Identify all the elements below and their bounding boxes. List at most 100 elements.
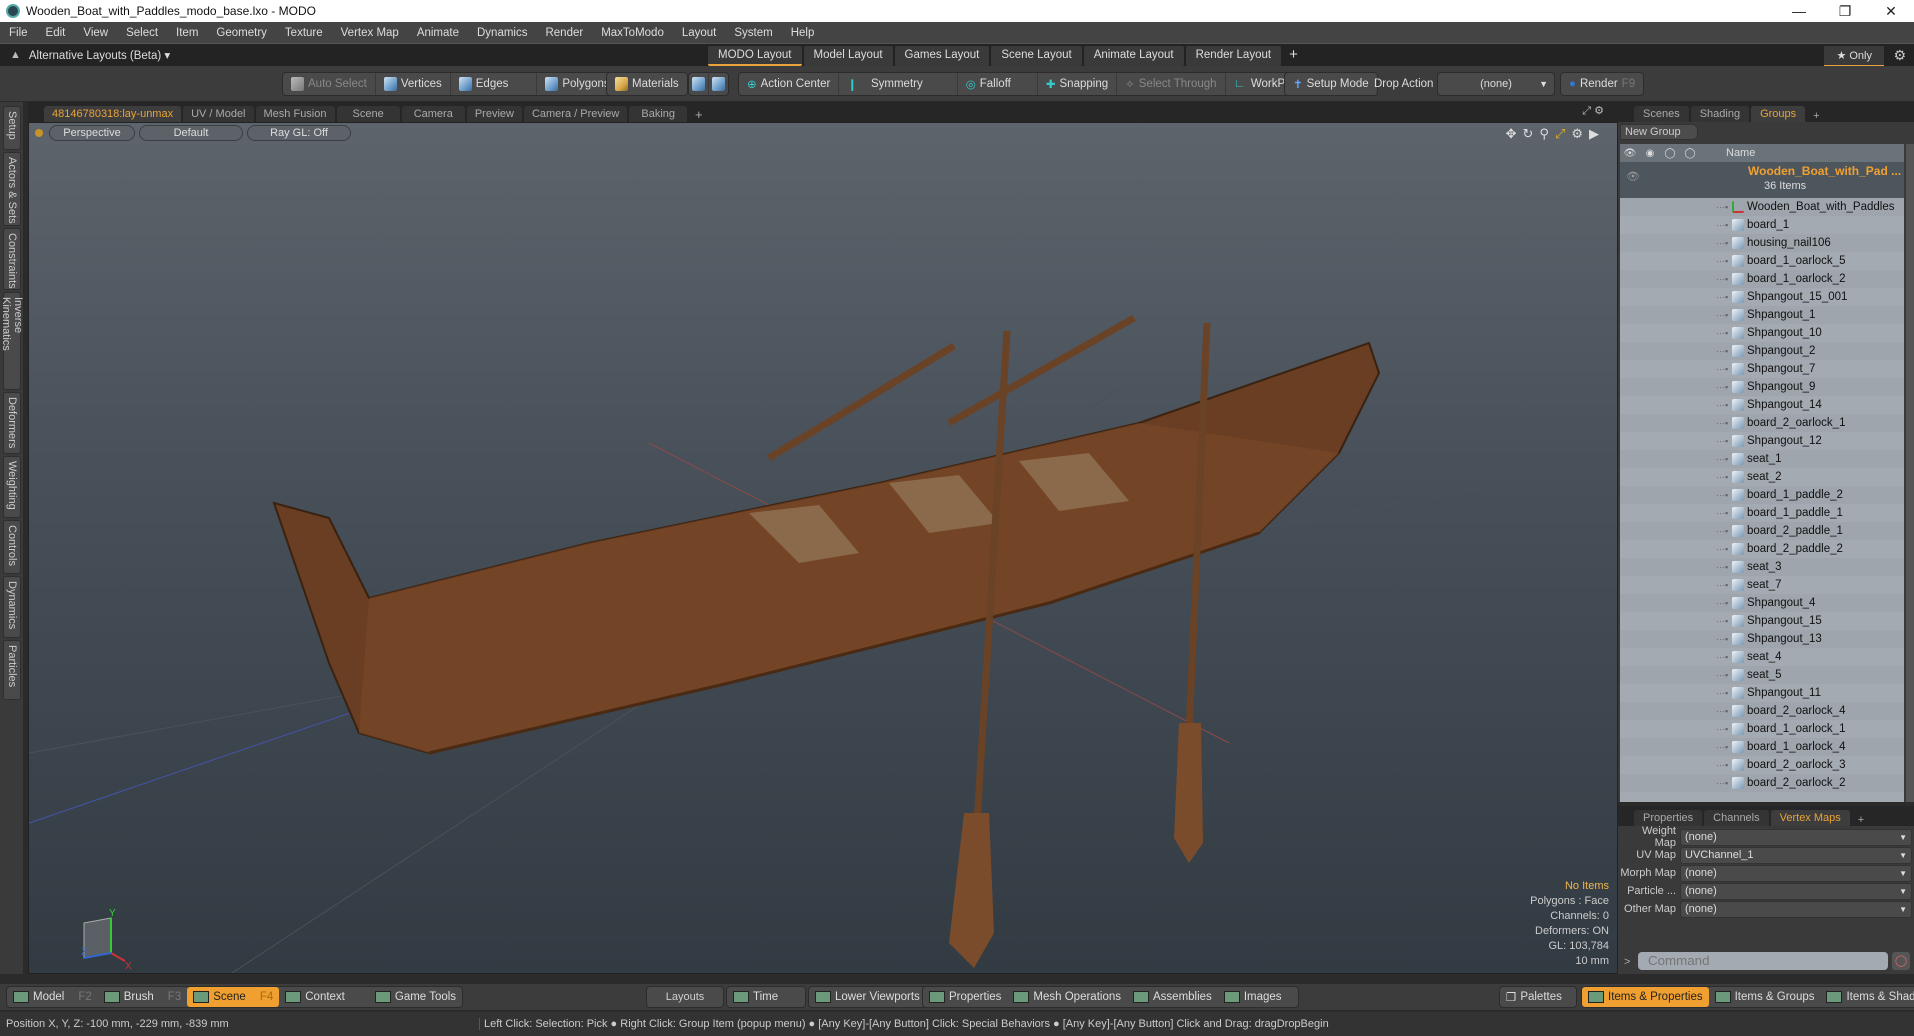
mesh-operations-button[interactable]: Mesh Operations [1007,987,1127,1007]
minimize-button[interactable]: — [1776,0,1822,22]
tab-preview[interactable]: Preview [466,106,522,122]
list-item[interactable]: ···▪ Shpangout_15_001 [1620,288,1904,306]
menu-system[interactable]: System [725,27,781,39]
menu-geometry[interactable]: Geometry [207,27,276,39]
tab-lay-unmax[interactable]: 48146780318:lay-unmax [44,106,182,122]
list-item[interactable]: ···▪ board_1_oarlock_2 [1620,270,1904,288]
mode-scene-button[interactable]: Scene F4 [187,987,280,1007]
menu-file[interactable]: File [0,27,37,39]
vtab-setup[interactable]: Setup [3,106,21,150]
list-item[interactable]: ···▪ board_2_paddle_1 [1620,522,1904,540]
item-mode-button[interactable] [689,73,709,95]
gear-icon[interactable]: ⚙ [1571,126,1583,142]
falloff-button[interactable]: ◎ Falloff [958,73,1038,95]
menu-help[interactable]: Help [782,27,824,39]
items-groups-button[interactable]: Items & Groups [1709,987,1821,1007]
visibility-toggle-icon[interactable]: 👁 [1626,170,1640,183]
mode-model-button[interactable]: Model F2 [7,987,98,1007]
list-item[interactable]: ···▪ board_2_paddle_2 [1620,540,1904,558]
list-item[interactable]: ···▪ board_1 [1620,216,1904,234]
tab-vertex-maps[interactable]: Vertex Maps [1770,810,1850,826]
vtab-actors-sets[interactable]: Actors & Sets [3,152,21,226]
list-item[interactable]: ···▪ Shpangout_15 [1620,612,1904,630]
uv-map-select[interactable]: UVChannel_1 ▼ [1680,846,1912,864]
vertices-button[interactable]: Vertices [376,73,451,95]
images-button[interactable]: Images [1218,987,1298,1007]
list-item[interactable]: ···▪ board_1_oarlock_1 [1620,720,1904,738]
add-tab-button[interactable]: + [1852,814,1870,826]
vtab-dynamics[interactable]: Dynamics [3,576,21,638]
layouts-button[interactable]: Layouts [646,986,724,1008]
list-item[interactable]: ···▪ seat_2 [1620,468,1904,486]
mode-context-button[interactable]: Context [279,987,369,1007]
visibility-column-icon[interactable]: 👁 [1620,148,1640,159]
tab-baking[interactable]: Baking [629,106,688,122]
tab-modo-layout[interactable]: MODO Layout [708,46,802,66]
assemblies-button[interactable]: Assemblies [1127,987,1218,1007]
restore-button[interactable]: ❐ [1822,0,1868,22]
pivot-mode-button[interactable] [709,73,728,95]
view-perspective-button[interactable]: Perspective [49,125,135,141]
list-item[interactable]: ···▪ Wooden_Boat_with_Paddles [1620,198,1904,216]
other-map-select[interactable]: (none) ▼ [1680,900,1912,918]
add-tab-button[interactable]: + [1807,110,1825,122]
materials-button[interactable]: Materials [607,73,687,95]
list-item[interactable]: ···▪ board_1_paddle_2 [1620,486,1904,504]
raygl-toggle[interactable]: Ray GL: Off [247,125,351,141]
menu-edit[interactable]: Edit [37,27,75,39]
list-item[interactable]: ···▪ Shpangout_14 [1620,396,1904,414]
list-item[interactable]: ···▪ Shpangout_4 [1620,594,1904,612]
list-item[interactable]: ···▪ seat_5 [1620,666,1904,684]
new-group-button[interactable]: New Group [1620,124,1698,140]
list-item[interactable]: ···▪ board_1_paddle_1 [1620,504,1904,522]
mode-game-tools-button[interactable]: Game Tools [369,987,462,1007]
list-item[interactable]: ···▪ Shpangout_10 [1620,324,1904,342]
time-button[interactable]: Time [726,986,806,1008]
tab-uv-model[interactable]: UV / Model [183,106,254,122]
add-tab-button[interactable]: + [689,107,709,122]
zoom-icon[interactable]: ⚲ [1539,126,1549,142]
vtab-weighting[interactable]: Weighting [3,456,21,518]
particle-map-select[interactable]: (none) ▼ [1680,882,1912,900]
collapse-arrow-icon[interactable]: ▲ [10,49,21,61]
list-item[interactable]: ···▪ board_2_oarlock_2 [1620,774,1904,792]
tab-shading[interactable]: Shading [1690,106,1750,122]
properties-panel-button[interactable]: Properties [923,987,1007,1007]
close-button[interactable]: ✕ [1868,0,1914,22]
tab-games-layout[interactable]: Games Layout [894,46,990,66]
list-item[interactable]: ···▪ Shpangout_12 [1620,432,1904,450]
select-column-icon[interactable]: ◯ [1680,148,1700,159]
tab-scene-layout[interactable]: Scene Layout [991,46,1082,66]
render-column-icon[interactable]: ◉ [1640,148,1660,159]
tab-groups[interactable]: Groups [1751,106,1806,122]
list-item[interactable]: ···▪ seat_4 [1620,648,1904,666]
list-item[interactable]: ···▪ seat_7 [1620,576,1904,594]
tab-scenes[interactable]: Scenes [1634,106,1689,122]
menu-layout[interactable]: Layout [673,27,726,39]
list-item[interactable]: ···▪ board_2_oarlock_3 [1620,756,1904,774]
lock-column-icon[interactable]: ◯ [1660,148,1680,159]
3d-viewport[interactable]: Y X Z Perspective Default Ray GL: Off ✥ … [28,122,1618,974]
tab-scene[interactable]: Scene [336,106,400,122]
menu-dynamics[interactable]: Dynamics [468,27,536,39]
list-item[interactable]: ···▪ board_1_oarlock_4 [1620,738,1904,756]
menu-texture[interactable]: Texture [276,27,332,39]
list-item[interactable]: ···▪ Shpangout_2 [1620,342,1904,360]
menu-item[interactable]: Item [167,27,207,39]
action-center-button[interactable]: ⊕ Action Center [739,73,840,95]
list-item[interactable]: ···▪ Shpangout_9 [1620,378,1904,396]
render-button[interactable]: ● Render F9 [1561,73,1643,95]
tab-animate-layout[interactable]: Animate Layout [1083,46,1184,66]
shading-default-button[interactable]: Default [139,125,243,141]
lower-viewports-button[interactable]: Lower Viewports [808,986,927,1008]
tab-channels[interactable]: Channels [1704,810,1769,826]
list-item[interactable]: ···▪ housing_nail106 [1620,234,1904,252]
list-item[interactable]: ···▪ board_1_oarlock_5 [1620,252,1904,270]
menu-maxtomodo[interactable]: MaxToModo [592,27,673,39]
rotate-icon[interactable]: ↻ [1523,126,1534,142]
snapping-button[interactable]: ✚ Snapping [1038,73,1118,95]
pan-icon[interactable]: ✥ [1506,126,1517,142]
list-item[interactable]: ···▪ board_2_oarlock_1 [1620,414,1904,432]
drop-action-select[interactable]: (none) ▼ [1437,72,1555,96]
edges-button[interactable]: Edges [451,73,538,95]
